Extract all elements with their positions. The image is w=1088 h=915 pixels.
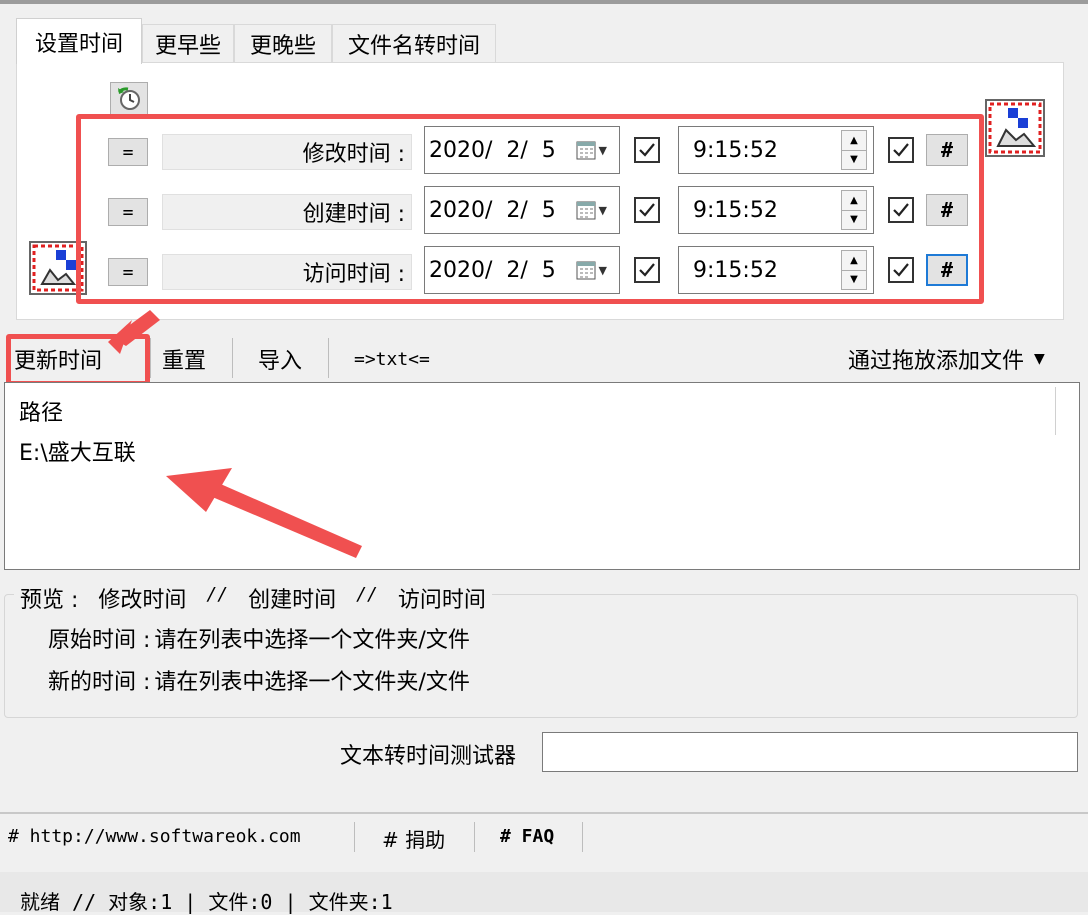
tab-earlier[interactable]: 更早些 — [142, 24, 234, 62]
text-time-tester-label: 文本转时间测试器 — [340, 744, 517, 769]
faq-link[interactable]: # FAQ — [500, 826, 554, 847]
preview-legend: 预览 : 修改时间 // 创建时间 // 访问时间 — [14, 582, 492, 614]
preview-created: 创建时间 — [248, 588, 337, 613]
clock-refresh-icon[interactable] — [110, 82, 148, 116]
column-divider — [1055, 387, 1056, 435]
file-time-icon[interactable] — [984, 98, 1046, 158]
original-time-label: 原始时间 : — [48, 628, 151, 653]
tab-label: 更早些 — [154, 33, 221, 59]
chevron-down-icon: ▼ — [1034, 351, 1045, 367]
website-link[interactable]: # http://www.softwareok.com — [8, 826, 301, 847]
preview-modified: 修改时间 — [98, 588, 187, 613]
new-time-row: 新的时间 : 请在列表中选择一个文件夹/文件 — [48, 664, 470, 696]
tab-label: 设置时间 — [34, 31, 123, 57]
original-time-value: 请在列表中选择一个文件夹/文件 — [154, 628, 470, 653]
new-time-label: 新的时间 : — [48, 670, 151, 695]
tab-label: 文件名转时间 — [347, 33, 480, 59]
preview-accessed: 访问时间 — [397, 588, 486, 613]
tab-set-time[interactable]: 设置时间 — [16, 18, 142, 64]
status-text: 就绪 // 对象:1 | 文件:0 | 文件夹:1 — [20, 890, 393, 914]
drag-add-dropdown[interactable]: 通过拖放添加文件 ▼ — [848, 340, 1045, 378]
drag-add-label: 通过拖放添加文件 — [848, 349, 1025, 374]
divider — [0, 812, 1088, 814]
link-separator — [354, 822, 355, 852]
annotation-box-rows — [76, 114, 984, 304]
annotation-arrows — [108, 310, 362, 558]
status-bar: 就绪 // 对象:1 | 文件:0 | 文件夹:1 — [0, 872, 1088, 914]
preview-separator: // — [356, 584, 378, 605]
tab-label: 更晚些 — [249, 33, 316, 59]
text-time-tester-input[interactable] — [542, 732, 1078, 772]
link-separator — [474, 822, 475, 852]
donate-link[interactable]: # 捐助 — [382, 824, 445, 853]
preview-label: 预览 : — [20, 588, 79, 613]
tab-filename-to-time[interactable]: 文件名转时间 — [332, 24, 496, 62]
link-separator — [582, 822, 583, 852]
new-time-value: 请在列表中选择一个文件夹/文件 — [154, 670, 470, 695]
original-time-row: 原始时间 : 请在列表中选择一个文件夹/文件 — [48, 622, 470, 654]
tab-later[interactable]: 更晚些 — [234, 24, 332, 62]
preview-separator: // — [206, 584, 229, 605]
window-top-border — [0, 0, 1088, 4]
